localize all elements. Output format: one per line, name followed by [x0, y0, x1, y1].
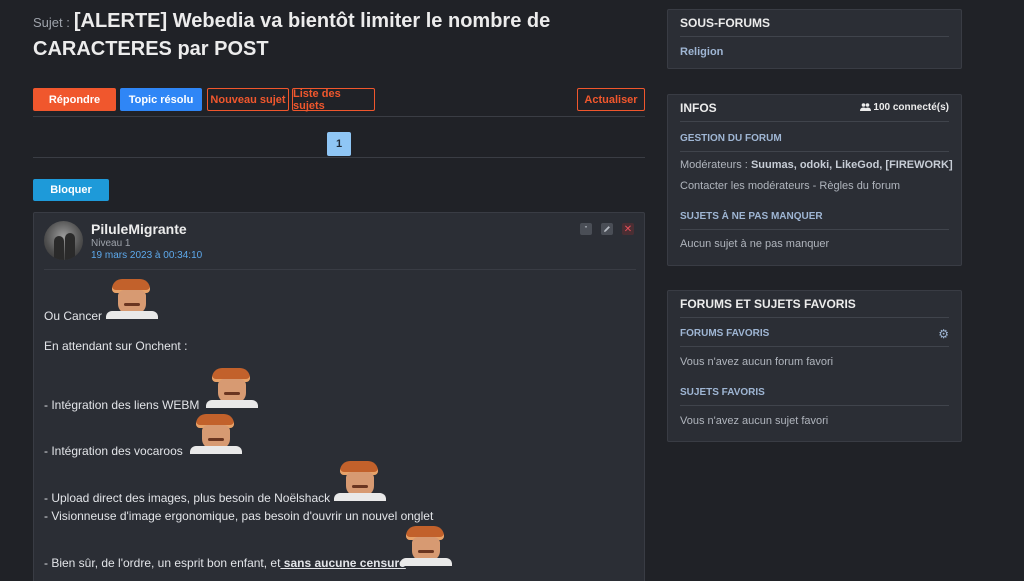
topic-prefix: Sujet :: [33, 15, 70, 30]
post-line: - Intégration des liens WEBM: [44, 398, 200, 412]
gear-icon[interactable]: ⚙: [938, 327, 949, 341]
sticker-image: [206, 366, 258, 408]
refresh-button[interactable]: Actualiser: [577, 88, 645, 111]
post-author-level: Niveau 1: [91, 238, 131, 249]
avatar[interactable]: [44, 221, 83, 260]
favorite-forums-title: FORUMS FAVORIS: [680, 328, 770, 339]
post-line: Ou Cancer: [44, 309, 103, 323]
infos-panel: INFOS 100 connecté(s) GESTION DU FORUM M…: [667, 94, 962, 266]
delete-icon[interactable]: ✕: [622, 223, 634, 235]
divider: [33, 157, 645, 158]
divider: [680, 151, 949, 152]
manage-forum-title: GESTION DU FORUM: [680, 133, 782, 144]
subforum-link-religion[interactable]: Religion: [680, 46, 723, 58]
moderators-line: Modérateurs : Suumas, odoki, LikeGod, [F…: [680, 159, 953, 171]
action-bar: Répondre Topic résolu Nouveau sujet List…: [33, 80, 645, 112]
must-read-text: Aucun sujet à ne pas manquer: [680, 238, 830, 250]
reply-button[interactable]: Répondre: [33, 88, 116, 111]
post-date[interactable]: 19 mars 2023 à 00:34:10: [91, 250, 202, 261]
new-topic-button[interactable]: Nouveau sujet: [207, 88, 289, 111]
edit-icon[interactable]: [601, 223, 613, 235]
users-icon: [860, 103, 872, 111]
divider: [33, 116, 645, 117]
subforums-panel: SOUS-FORUMS Religion: [667, 9, 962, 69]
divider: [680, 121, 949, 122]
favorite-topics-text: Vous n'avez aucun sujet favori: [680, 415, 829, 427]
topic-title: Sujet : [ALERTE] Webedia va bientôt limit…: [33, 8, 645, 63]
post-line: - Intégration des vocaroos: [44, 444, 183, 458]
divider: [680, 229, 949, 230]
online-count-text: 100 connecté(s): [873, 102, 949, 113]
topic-main: Sujet : [ALERTE] Webedia va bientôt limit…: [33, 8, 645, 581]
favorite-topics-title: SUJETS FAVORIS: [680, 387, 765, 398]
moderators-names[interactable]: Suumas, odoki, LikeGod, [FIREWORK]: [751, 159, 953, 171]
online-count[interactable]: 100 connecté(s): [860, 102, 949, 113]
post-line-bold: sans aucune censure: [280, 556, 406, 570]
block-button[interactable]: Bloquer: [33, 179, 109, 201]
post-line: - Bien sûr, de l'ordre, un esprit bon en…: [44, 556, 406, 570]
topic-title-line2: CARACTERES par POST: [33, 38, 269, 60]
contact-moderators-link[interactable]: Contacter les modérateurs - Règles du fo…: [680, 180, 900, 192]
post-line: - Visionneuse d'image ergonomique, pas b…: [44, 509, 434, 523]
subforums-title: SOUS-FORUMS: [680, 16, 770, 30]
favorites-panel: FORUMS ET SUJETS FAVORIS FORUMS FAVORIS …: [667, 290, 962, 442]
moderators-label: Modérateurs :: [680, 159, 748, 171]
quote-icon[interactable]: ”: [580, 223, 592, 235]
post: PiluleMigrante Niveau 1 19 mars 2023 à 0…: [33, 212, 645, 581]
sticker-image: [190, 412, 242, 454]
divider: [680, 317, 949, 318]
sticker-image: [334, 459, 386, 501]
favorites-title: FORUMS ET SUJETS FAVORIS: [680, 297, 856, 311]
post-divider: [44, 269, 636, 270]
must-read-title: SUJETS À NE PAS MANQUER: [680, 211, 823, 222]
sticker-image: [400, 524, 452, 566]
topic-list-button[interactable]: Liste des sujets: [292, 88, 375, 112]
infos-title: INFOS: [680, 101, 717, 115]
topic-title-line1: [ALERTE] Webedia va bientôt limiter le n…: [73, 10, 551, 32]
page-number-current[interactable]: 1: [327, 132, 351, 156]
divider: [680, 405, 949, 406]
topic-resolved-button[interactable]: Topic résolu: [120, 88, 202, 111]
post-line: En attendant sur Onchent :: [44, 339, 188, 353]
post-line: - Upload direct des images, plus besoin …: [44, 491, 331, 505]
divider: [680, 36, 949, 37]
post-line-text: - Bien sûr, de l'ordre, un esprit bon en…: [44, 556, 281, 570]
favorite-forums-text: Vous n'avez aucun forum favori: [680, 356, 834, 368]
post-author[interactable]: PiluleMigrante: [91, 221, 187, 237]
divider: [680, 346, 949, 347]
sticker-image: [106, 277, 158, 319]
